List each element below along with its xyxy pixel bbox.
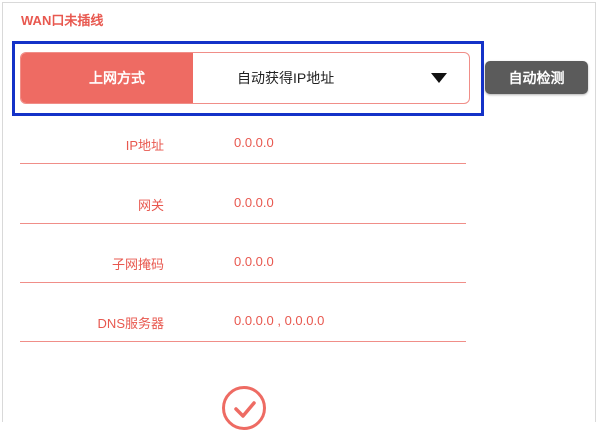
dns-server-value: 0.0.0.0 , 0.0.0.0 (234, 313, 325, 328)
ip-address-label: IP地址 (125, 138, 164, 153)
connection-type-row: 上网方式 自动获得IP地址 (20, 52, 470, 104)
wan-status-title: WAN口未插线 (21, 13, 104, 28)
gateway-row: 网关 0.0.0.0 (20, 183, 466, 224)
connection-type-value: 自动获得IP地址 (237, 70, 335, 86)
caret-down-icon[interactable] (431, 73, 447, 83)
subnet-mask-label: 子网掩码 (111, 257, 164, 272)
checkmark-icon (234, 401, 256, 418)
gateway-value: 0.0.0.0 (234, 195, 274, 210)
auto-detect-button[interactable]: 自动检测 (485, 61, 588, 94)
gateway-label: 网关 (137, 198, 164, 213)
subnet-mask-value: 0.0.0.0 (234, 254, 274, 269)
ip-address-row: IP地址 0.0.0.0 (20, 123, 466, 164)
connection-type-label: 上网方式 (21, 53, 193, 103)
connection-type-dropdown[interactable]: 自动获得IP地址 (193, 53, 469, 103)
confirm-button[interactable] (222, 386, 266, 430)
ip-address-value: 0.0.0.0 (234, 135, 274, 150)
dns-server-label: DNS服务器 (97, 316, 164, 331)
dns-server-row: DNS服务器 0.0.0.0 , 0.0.0.0 (20, 301, 466, 342)
subnet-mask-row: 子网掩码 0.0.0.0 (20, 242, 466, 283)
